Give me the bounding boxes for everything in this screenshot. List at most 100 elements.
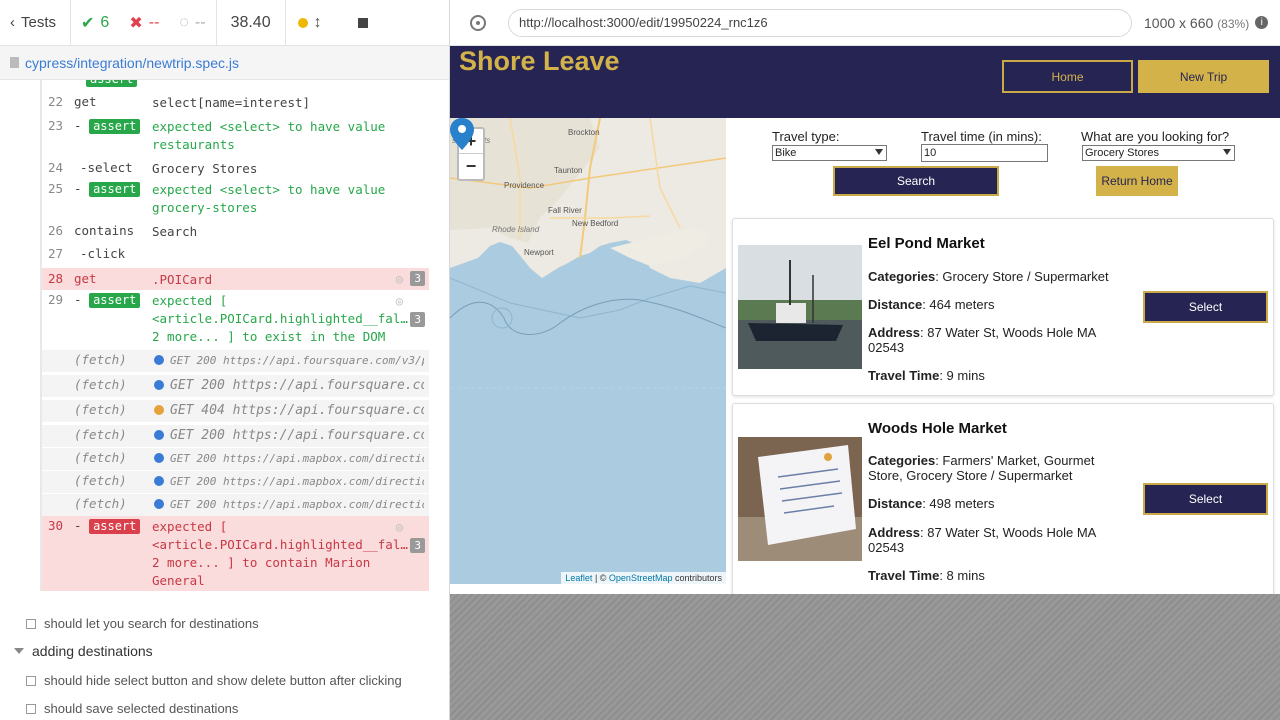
fetch-message: GET 200 https://api.foursquare.co… (154, 377, 424, 395)
message-line: <article.POICard.highlighted__fal… (152, 311, 408, 326)
command-row[interactable]: 29 - assert expected [<article.POICard.h… (42, 292, 429, 348)
field-value: : Grocery Store / Supermarket (935, 269, 1109, 284)
tests-button[interactable]: ‹ Tests (0, 0, 72, 45)
place-label: Taunton (554, 166, 582, 175)
message-line: General (152, 573, 205, 588)
osm-link[interactable]: OpenStreetMap (609, 573, 673, 583)
command-row-failed[interactable]: 30 - assert expected [<article.POICard.h… (42, 516, 429, 591)
fetch-text: GET 200 https://api.mapbox.com/direction… (170, 452, 424, 465)
select-button[interactable]: Select (1143, 291, 1268, 323)
test-title: should save selected destinations (44, 701, 239, 716)
poi-distance: Distance: 498 meters (868, 496, 1113, 511)
map[interactable]: Brockton sachusetts Taunton Providence F… (450, 118, 726, 584)
eye-slash-icon: ◎ (395, 520, 403, 534)
suite-title: adding destinations (32, 643, 153, 659)
poi-image (738, 437, 862, 561)
command-number: 24 (48, 160, 64, 175)
url-field[interactable]: http://localhost:3000/edit/19950224_rnc1… (508, 8, 1132, 37)
command-row[interactable]: 24 -select Grocery Stores (42, 160, 429, 180)
autoscroll-icon[interactable]: ↕ (314, 14, 322, 32)
map-attribution: Leaflet | © OpenStreetMap contributors (561, 572, 726, 584)
info-icon[interactable]: i (1255, 16, 1269, 29)
command-log: assert 22 get select[name=interest] 23 -… (40, 80, 429, 591)
command-message: Grocery Stores (152, 161, 258, 176)
status-dot-icon (154, 355, 164, 365)
status-dot-icon (154, 499, 164, 509)
command-number: 29 (48, 292, 64, 307)
command-row[interactable]: 22 get select[name=interest] (42, 94, 429, 114)
fetch-row[interactable]: (fetch) GET 200 https://api.mapbox.com/d… (42, 448, 429, 470)
map-marker-icon[interactable] (450, 118, 474, 150)
home-button[interactable]: Home (1002, 60, 1133, 93)
field-label: Distance (868, 496, 923, 511)
tests-label: Tests (21, 14, 57, 31)
command-row-failed[interactable]: 28 get .POICard ◎ 3 (42, 268, 429, 290)
command-row[interactable]: 26 contains Search (42, 223, 429, 243)
fetch-text: GET 200 https://api.foursquare.co… (170, 378, 424, 393)
status-dot-icon (154, 405, 164, 415)
fetch-row[interactable]: (fetch) GET 200 https://api.foursquare.c… (42, 425, 429, 447)
travel-type-select[interactable]: Bike (772, 145, 887, 161)
spec-file-bar[interactable]: cypress/integration/newtrip.spec.js (0, 46, 449, 80)
fetch-row[interactable]: (fetch) GET 200 https://api.foursquare.c… (42, 350, 429, 372)
error-indicator (40, 516, 42, 591)
fetch-row[interactable]: (fetch) GET 200 https://api.mapbox.com/d… (42, 471, 429, 493)
viewport-overflow-area (450, 594, 1280, 720)
test-item[interactable]: should let you search for destinations (26, 616, 259, 631)
element-count-badge: 3 (410, 271, 425, 286)
command-message: Search (152, 224, 198, 239)
return-home-button[interactable]: Return Home (1096, 166, 1178, 196)
spec-file-path[interactable]: cypress/integration/newtrip.spec.js (25, 55, 239, 71)
test-item[interactable]: should save selected destinations (26, 701, 238, 716)
leaflet-link[interactable]: Leaflet (565, 573, 592, 583)
interest-label: What are you looking for? (1081, 129, 1230, 144)
command-message: expected [<article.POICard.highlighted__… (152, 518, 408, 590)
command-name: -select (80, 160, 133, 175)
app-viewport: Shore Leave Home New Trip Brockton sachu… (450, 46, 1280, 594)
fetch-message: GET 200 https://api.foursquare.co… (154, 427, 424, 445)
command-name: get (74, 271, 97, 286)
travel-time-label: Travel time (in mins): (921, 129, 1042, 144)
attribution-tail: contributors (672, 573, 722, 583)
status-dot-icon (154, 476, 164, 486)
status-dot-icon (154, 453, 164, 463)
fetch-row[interactable]: (fetch) GET 404 https://api.foursquare.c… (42, 400, 429, 422)
command-row[interactable]: 27 -click (42, 246, 429, 266)
command-name-dash: - assert (74, 118, 141, 134)
boat-photo (738, 245, 862, 369)
fetch-row[interactable]: (fetch) GET 200 https://api.foursquare.c… (42, 375, 429, 397)
field-label: Distance (868, 297, 923, 312)
search-button[interactable]: Search (833, 166, 999, 196)
selector-playground-icon[interactable] (470, 14, 486, 31)
message-line: restaurants (152, 137, 235, 152)
status-dot-icon (154, 380, 164, 390)
stop-icon[interactable] (357, 17, 368, 28)
test-item[interactable]: should hide select button and show delet… (26, 673, 402, 688)
poi-travel-time: Travel Time: 8 mins (868, 568, 1113, 583)
zoom-out-button[interactable]: − (459, 154, 483, 179)
field-value: : 464 meters (922, 297, 995, 312)
command-message: expected [<article.POICard.highlighted__… (152, 292, 408, 346)
fetch-row[interactable]: (fetch) GET 200 https://api.mapbox.com/d… (42, 494, 429, 516)
place-label: Rhode Island (492, 225, 540, 234)
checkbox-icon (26, 703, 36, 714)
command-row[interactable]: 25 - assert expected <select> to have va… (42, 181, 429, 221)
command-row[interactable]: 23 - assert expected <select> to have va… (42, 118, 429, 158)
new-trip-button[interactable]: New Trip (1138, 60, 1269, 93)
command-message: expected <select> to have value grocery-s… (152, 181, 412, 217)
travel-time-input[interactable]: 10 (921, 144, 1048, 162)
command-message: select[name=interest] (152, 95, 311, 110)
message-line: expected <select> to have value (152, 182, 386, 197)
duration: 38.40 (215, 0, 286, 45)
message-line: 2 more... ] to contain Marion (152, 555, 371, 570)
interest-select[interactable]: Grocery Stores (1082, 145, 1235, 161)
poi-categories: Categories: Grocery Store / Supermarket (868, 269, 1113, 284)
checkbox-icon (26, 618, 36, 629)
command-number: 23 (48, 118, 64, 133)
passed-stat: ✔ 6 (71, 13, 119, 33)
select-button[interactable]: Select (1143, 483, 1268, 515)
fetch-label: (fetch) (74, 450, 127, 465)
fetch-label: (fetch) (74, 352, 127, 367)
poi-distance: Distance: 464 meters (868, 297, 1113, 312)
suite-item[interactable]: adding destinations (14, 643, 153, 659)
